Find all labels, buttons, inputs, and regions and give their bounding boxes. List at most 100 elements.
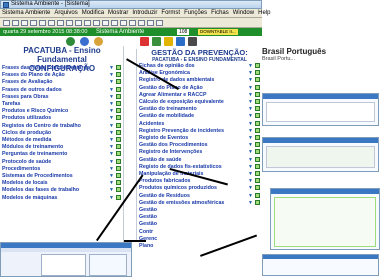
- filter-icon[interactable]: ▼: [109, 144, 114, 150]
- filter-icon[interactable]: ▼: [109, 195, 114, 201]
- filter-icon[interactable]: ▼: [109, 72, 114, 78]
- grid-icon[interactable]: [176, 37, 185, 46]
- prevention-list-item[interactable]: Produtos químicos produzidos ▼: [139, 185, 260, 191]
- config-list-item[interactable]: Frases de outros dados ▼: [2, 86, 121, 93]
- toolbar-button-icon[interactable]: [21, 20, 28, 26]
- config-list-item[interactable]: Tarefas ▼: [2, 101, 121, 107]
- toolbar-button-icon[interactable]: [12, 20, 19, 26]
- filter-icon[interactable]: ▼: [109, 180, 114, 186]
- open-checkbox-icon[interactable]: [255, 120, 260, 126]
- toolbar-button-icon[interactable]: [93, 20, 100, 26]
- prevention-list-item[interactable]: Gestão do treinamento ▼: [139, 106, 260, 112]
- open-checkbox-icon[interactable]: [255, 127, 260, 133]
- open-checkbox-icon[interactable]: [255, 156, 260, 162]
- config-list-item[interactable]: Frases de Avaliação ▼: [2, 79, 121, 85]
- filter-icon[interactable]: ▼: [248, 70, 253, 76]
- prevention-list-item[interactable]: Gestão do Plano de Ação ▼: [139, 84, 260, 91]
- open-checkbox-icon[interactable]: [255, 84, 260, 90]
- home-icon[interactable]: [94, 37, 103, 46]
- filter-icon[interactable]: ▼: [109, 151, 114, 157]
- open-checkbox-icon[interactable]: [116, 122, 121, 128]
- open-checkbox-icon[interactable]: [255, 70, 260, 76]
- toolbar-button-icon[interactable]: [75, 20, 82, 26]
- filter-icon[interactable]: ▼: [248, 106, 253, 112]
- filter-icon[interactable]: ▼: [248, 164, 253, 170]
- config-list-item[interactable]: Frases para Obras ▼: [2, 93, 121, 100]
- open-checkbox-icon[interactable]: [116, 79, 121, 85]
- filter-icon[interactable]: ▼: [248, 142, 253, 148]
- toolbar-button-icon[interactable]: [57, 20, 64, 26]
- open-checkbox-icon[interactable]: [255, 185, 260, 191]
- open-checkbox-icon[interactable]: [116, 165, 121, 171]
- prevention-list-item[interactable]: Cálculo de exposição equivalente ▼: [139, 99, 260, 105]
- toolbar-button-icon[interactable]: [120, 20, 127, 26]
- open-checkbox-icon[interactable]: [116, 65, 121, 70]
- open-checkbox-icon[interactable]: [255, 171, 260, 176]
- open-checkbox-icon[interactable]: [116, 115, 121, 121]
- toolbar-button-icon[interactable]: [84, 20, 91, 26]
- open-checkbox-icon[interactable]: [255, 63, 260, 68]
- prevention-list-item[interactable]: Registro Prevenção de incidentes ▼: [139, 127, 260, 134]
- open-checkbox-icon[interactable]: [116, 158, 121, 164]
- open-checkbox-icon[interactable]: [255, 142, 260, 148]
- open-checkbox-icon[interactable]: [116, 187, 121, 193]
- open-checkbox-icon[interactable]: [255, 178, 260, 184]
- filter-icon[interactable]: ▼: [109, 137, 114, 143]
- open-checkbox-icon[interactable]: [255, 149, 260, 155]
- open-checkbox-icon[interactable]: [116, 129, 121, 135]
- config-list-item[interactable]: Modelos das fases de trabalho ▼: [2, 187, 121, 193]
- prevention-list-item[interactable]: Gestão dos Procedimentos ▼: [139, 142, 260, 148]
- open-checkbox-icon[interactable]: [255, 106, 260, 112]
- status-download-button[interactable]: DOWNTABLE II...: [198, 29, 238, 35]
- menu-item[interactable]: Help: [258, 10, 270, 16]
- open-checkbox-icon[interactable]: [116, 72, 121, 78]
- config-list-item[interactable]: Registos do Centro de trabalho ▼: [2, 122, 121, 129]
- open-checkbox-icon[interactable]: [116, 86, 121, 92]
- config-list-item[interactable]: Sistemas de Procedimentos ▼: [2, 173, 121, 179]
- config-list-item[interactable]: Modelos de máquinas ▼: [2, 194, 121, 201]
- filter-icon[interactable]: ▼: [109, 166, 114, 172]
- filter-icon[interactable]: ▼: [109, 79, 114, 85]
- filter-icon[interactable]: ▼: [248, 135, 253, 141]
- toolbar-button-icon[interactable]: [39, 20, 46, 26]
- filter-icon[interactable]: ▼: [109, 87, 114, 93]
- config-list-item[interactable]: Protocolo de saúde ▼: [2, 158, 121, 165]
- prevention-list-item[interactable]: Gestão de Resíduos ▼: [139, 192, 260, 199]
- toolbar-button-icon[interactable]: [3, 20, 10, 26]
- filter-icon[interactable]: ▼: [248, 185, 253, 191]
- toolbar-button-icon[interactable]: [102, 20, 109, 26]
- filter-icon[interactable]: ▼: [248, 113, 253, 119]
- menu-item[interactable]: Fichas: [211, 10, 229, 16]
- filter-icon[interactable]: ▼: [248, 149, 253, 155]
- menu-item[interactable]: Arquivos: [54, 10, 77, 16]
- config-list-item[interactable]: Frases das Notas complementares ▼: [2, 65, 121, 71]
- filter-icon[interactable]: ▼: [248, 85, 253, 91]
- prevention-list-item[interactable]: Agrear Alimentar e RACCP ▼: [139, 91, 260, 98]
- prevention-list-item[interactable]: Gestão de mobilidade ▼: [139, 113, 260, 119]
- menu-item[interactable]: Window: [233, 10, 254, 16]
- open-checkbox-icon[interactable]: [116, 144, 121, 150]
- filter-icon[interactable]: ▼: [109, 130, 114, 136]
- export-icon[interactable]: [152, 37, 161, 46]
- prevention-list-item[interactable]: Fichas de opinião dos ▼: [139, 63, 260, 69]
- filter-icon[interactable]: ▼: [109, 173, 114, 179]
- open-checkbox-icon[interactable]: [255, 113, 260, 119]
- settings-icon[interactable]: [188, 37, 197, 46]
- prevention-list-item[interactable]: Gestão: [139, 221, 260, 227]
- open-checkbox-icon[interactable]: [255, 99, 260, 104]
- prevention-list-item[interactable]: Registo de dados fis-estatísticos ▼: [139, 163, 260, 170]
- prevention-list-item[interactable]: Produtos fabricados ▼: [139, 178, 260, 184]
- config-list-item[interactable]: Métodos de medida ▼: [2, 137, 121, 143]
- language-select[interactable]: Brasil Portu...: [262, 56, 295, 62]
- config-list-item[interactable]: Modelos de locais ▼: [2, 180, 121, 186]
- open-checkbox-icon[interactable]: [116, 173, 121, 178]
- prevention-list-item[interactable]: Gestão: [139, 214, 260, 220]
- menu-item[interactable]: Formst: [161, 10, 180, 16]
- close-icon[interactable]: [140, 37, 149, 46]
- filter-icon[interactable]: ▼: [109, 115, 114, 121]
- filter-icon[interactable]: ▼: [109, 159, 114, 165]
- filter-icon[interactable]: ▼: [248, 178, 253, 184]
- filter-icon[interactable]: ▼: [248, 200, 253, 206]
- open-checkbox-icon[interactable]: [116, 101, 121, 106]
- filter-icon[interactable]: ▼: [248, 121, 253, 127]
